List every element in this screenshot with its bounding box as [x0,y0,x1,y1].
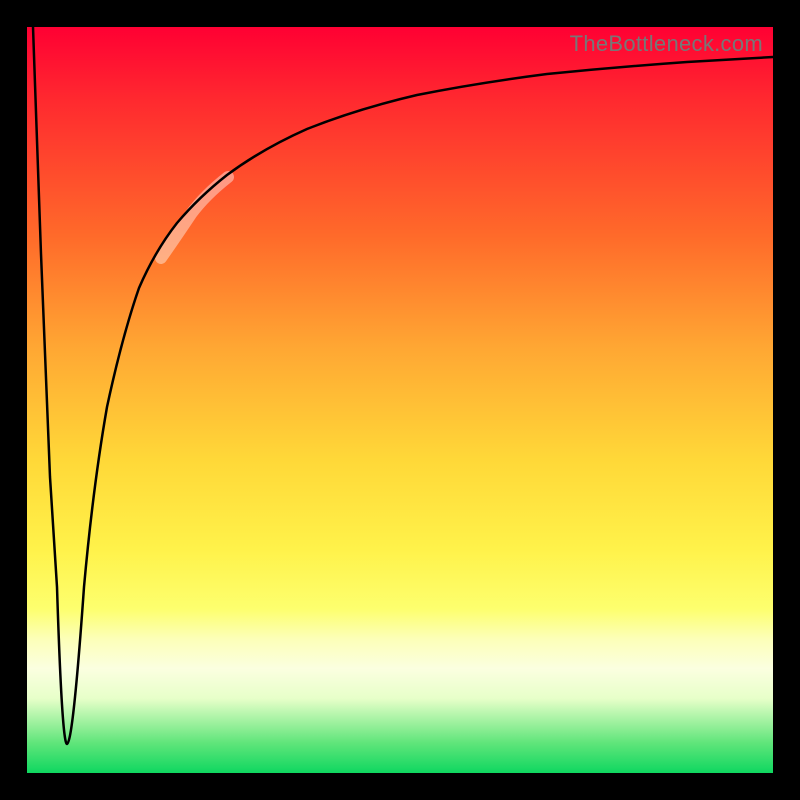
curve-layer [27,27,773,773]
bottleneck-curve [33,27,773,744]
curve-highlight [161,177,228,258]
chart-frame: TheBottleneck.com [0,0,800,800]
plot-area: TheBottleneck.com [27,27,773,773]
